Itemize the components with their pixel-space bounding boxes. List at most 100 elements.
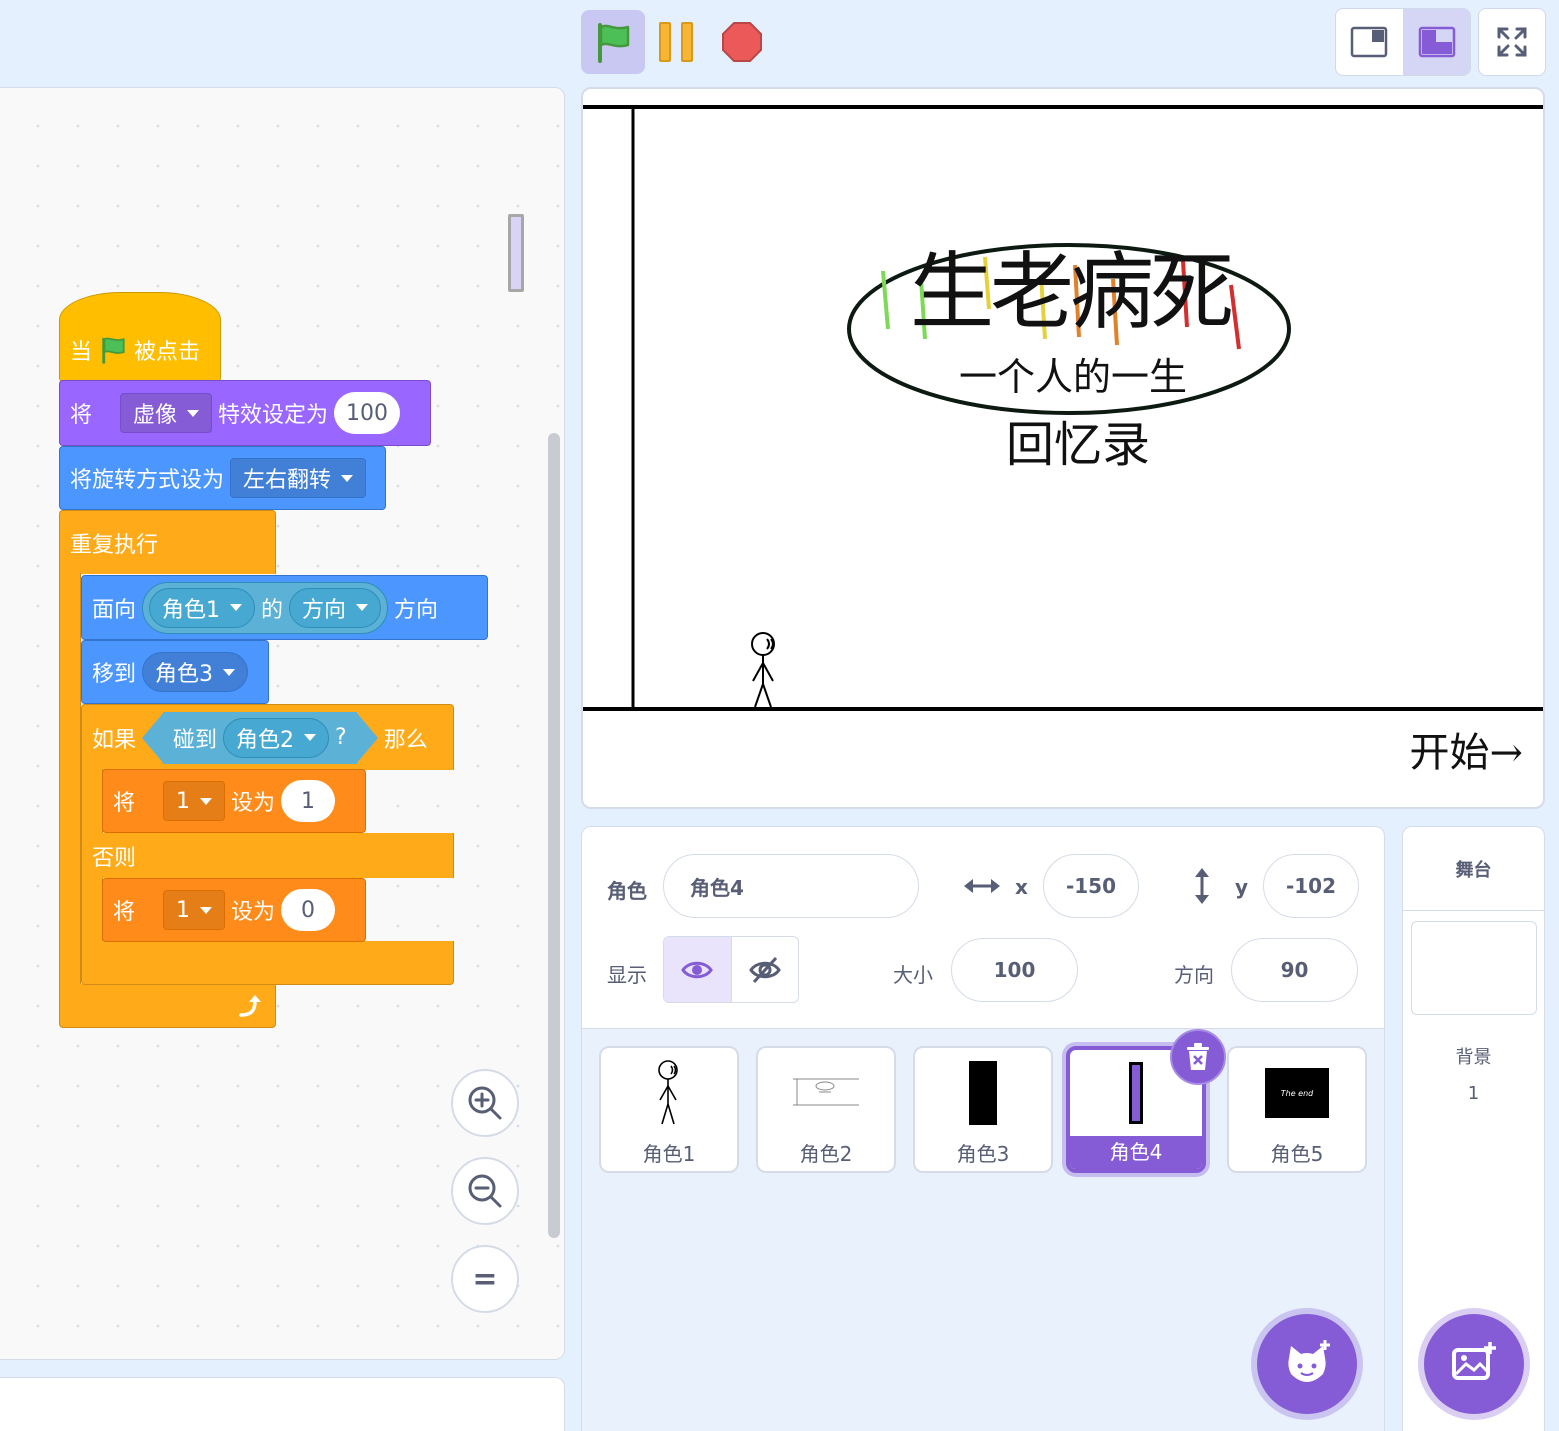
large-stage-button[interactable]	[1402, 9, 1470, 75]
of-label: 的	[261, 597, 284, 623]
sprite-3-thumbnail	[915, 1048, 1051, 1138]
when-flag-clicked-block[interactable]: 当 被点击	[59, 292, 221, 382]
touching-label: 碰到	[173, 727, 218, 753]
direction-input[interactable]: 90	[1231, 938, 1358, 1002]
zoom-reset-icon: =	[472, 1261, 498, 1297]
set-variable-block-1[interactable]: 将 1 设为 1	[102, 769, 366, 833]
zoom-in-icon	[468, 1086, 502, 1120]
code-scroll-handle[interactable]	[508, 214, 524, 292]
add-backdrop-button[interactable]	[1424, 1314, 1524, 1414]
x-label: x	[1015, 875, 1028, 899]
set1-to-label: 设为	[231, 791, 276, 816]
stage-title-text: 生老病死	[909, 243, 1234, 341]
y-input[interactable]: -102	[1263, 854, 1359, 918]
effect-dropdown[interactable]: 虚像	[120, 393, 213, 433]
show-label: 显示	[607, 963, 647, 987]
stop-icon	[722, 22, 762, 62]
small-stage-button[interactable]	[1336, 9, 1403, 75]
effect-value-input[interactable]: 100	[334, 392, 401, 434]
size-input[interactable]: 100	[951, 938, 1078, 1002]
touching-hex-left	[142, 711, 165, 764]
touching-hex-right	[355, 711, 378, 764]
set1-label: 将	[113, 791, 136, 816]
large-stage-icon	[1418, 26, 1455, 58]
rotation-style-value: 左右翻转	[243, 468, 332, 493]
of-reporter[interactable]: 角色1 的 方向	[142, 581, 389, 634]
sprite-3-name: 角色3	[956, 1142, 1010, 1166]
goto-label: 移到	[92, 662, 137, 687]
show-sprite-button[interactable]	[664, 937, 732, 1002]
set-effect-to-label: 特效设定为	[218, 403, 329, 428]
rotation-style-dropdown[interactable]: 左右翻转	[230, 458, 367, 498]
forever-block[interactable]: 重复执行	[59, 510, 276, 574]
rotation-style-label: 将旋转方式设为	[70, 468, 225, 493]
of-sprite-dropdown[interactable]: 角色1	[149, 587, 256, 628]
y-arrows-icon	[1195, 868, 1209, 904]
of-sprite-value: 角色1	[162, 597, 221, 623]
set2-variable-dropdown[interactable]: 1	[163, 890, 226, 930]
of-attribute-dropdown[interactable]: 方向	[289, 587, 382, 628]
point-face-label: 面向	[92, 597, 137, 623]
set-rotation-style-block[interactable]: 将旋转方式设为 左右翻转	[59, 446, 386, 510]
fullscreen-button[interactable]	[1478, 8, 1546, 76]
point-direction-label: 方向	[394, 597, 439, 623]
point-in-direction-block[interactable]: 面向 角色1 的 方向 方向	[81, 575, 488, 640]
stage[interactable]: 生老病死 一个人的一生 回忆录 开始→	[581, 87, 1545, 809]
then-label: 那么	[383, 727, 428, 753]
touching-block[interactable]: 碰到 角色2 ?	[163, 711, 357, 764]
sprite-tile-2[interactable]: 角色2	[756, 1046, 896, 1173]
sprite-4-name: 角色4	[1070, 1136, 1202, 1169]
zoom-out-icon	[468, 1174, 502, 1208]
set1-value-input[interactable]: 1	[281, 780, 336, 822]
go-to-block[interactable]: 移到 角色3	[81, 640, 269, 704]
sprite-name-input[interactable]: 角色4	[663, 854, 919, 918]
add-sprite-cat-icon	[1288, 1340, 1330, 1382]
sprite-5-thumb-text: The end	[1265, 1068, 1329, 1118]
visibility-toggle	[663, 936, 799, 1003]
green-flag-icon	[102, 337, 125, 364]
sprite-tile-1[interactable]: 角色1	[599, 1046, 739, 1173]
if-else-block[interactable]: 如果 碰到 角色2 ? 那么	[81, 704, 454, 770]
zoom-reset-button[interactable]: =	[451, 1245, 519, 1313]
set2-value-input[interactable]: 0	[281, 889, 336, 931]
delete-sprite-button[interactable]	[1170, 1029, 1226, 1085]
pause-icon	[659, 22, 671, 62]
sprite-5-thumbnail: The end	[1229, 1048, 1365, 1138]
else-label: 否则	[92, 845, 137, 871]
eye-hidden-icon	[748, 956, 781, 983]
pause-button[interactable]	[652, 18, 700, 66]
fullscreen-icon	[1497, 27, 1527, 57]
sprite-name-label: 角色	[607, 879, 647, 903]
stage-subtitle2-text: 回忆录	[1005, 417, 1150, 473]
add-sprite-button[interactable]	[1257, 1314, 1357, 1414]
set1-variable-value: 1	[176, 788, 191, 814]
green-flag-button[interactable]	[581, 10, 645, 74]
hide-sprite-button[interactable]	[732, 937, 799, 1002]
sprite-tile-3[interactable]: 角色3	[913, 1046, 1053, 1173]
if-label: 如果	[92, 727, 137, 753]
size-label: 大小	[893, 963, 933, 987]
touching-target-dropdown[interactable]: 角色2	[223, 717, 330, 758]
stage-start-text[interactable]: 开始→	[1383, 727, 1523, 779]
code-vertical-scrollbar[interactable]	[548, 433, 560, 1238]
sprite-2-name: 角色2	[799, 1142, 853, 1166]
set-variable-block-2[interactable]: 将 1 设为 0	[102, 878, 366, 942]
of-attribute-value: 方向	[302, 597, 347, 623]
small-stage-icon	[1351, 26, 1388, 58]
forever-left-arm	[59, 573, 81, 985]
stop-button[interactable]	[718, 18, 766, 66]
sprite-tile-5[interactable]: The end 角色5	[1227, 1046, 1367, 1173]
zoom-out-button[interactable]	[451, 1157, 519, 1225]
sprite-1-name: 角色1	[642, 1142, 696, 1166]
zoom-in-button[interactable]	[451, 1069, 519, 1137]
x-input[interactable]: -150	[1043, 854, 1139, 918]
stage-thumbnail[interactable]	[1411, 921, 1537, 1015]
stage-subtitle-text: 一个人的一生	[958, 355, 1187, 399]
if-else-bottom	[81, 941, 454, 985]
y-label: y	[1235, 875, 1249, 899]
x-arrows-icon	[964, 879, 1000, 893]
goto-target-dropdown[interactable]: 角色3	[142, 652, 249, 692]
green-flag-icon	[598, 23, 630, 63]
set1-variable-dropdown[interactable]: 1	[163, 781, 226, 821]
set-effect-block[interactable]: 将 虚像 特效设定为 100	[59, 380, 431, 446]
